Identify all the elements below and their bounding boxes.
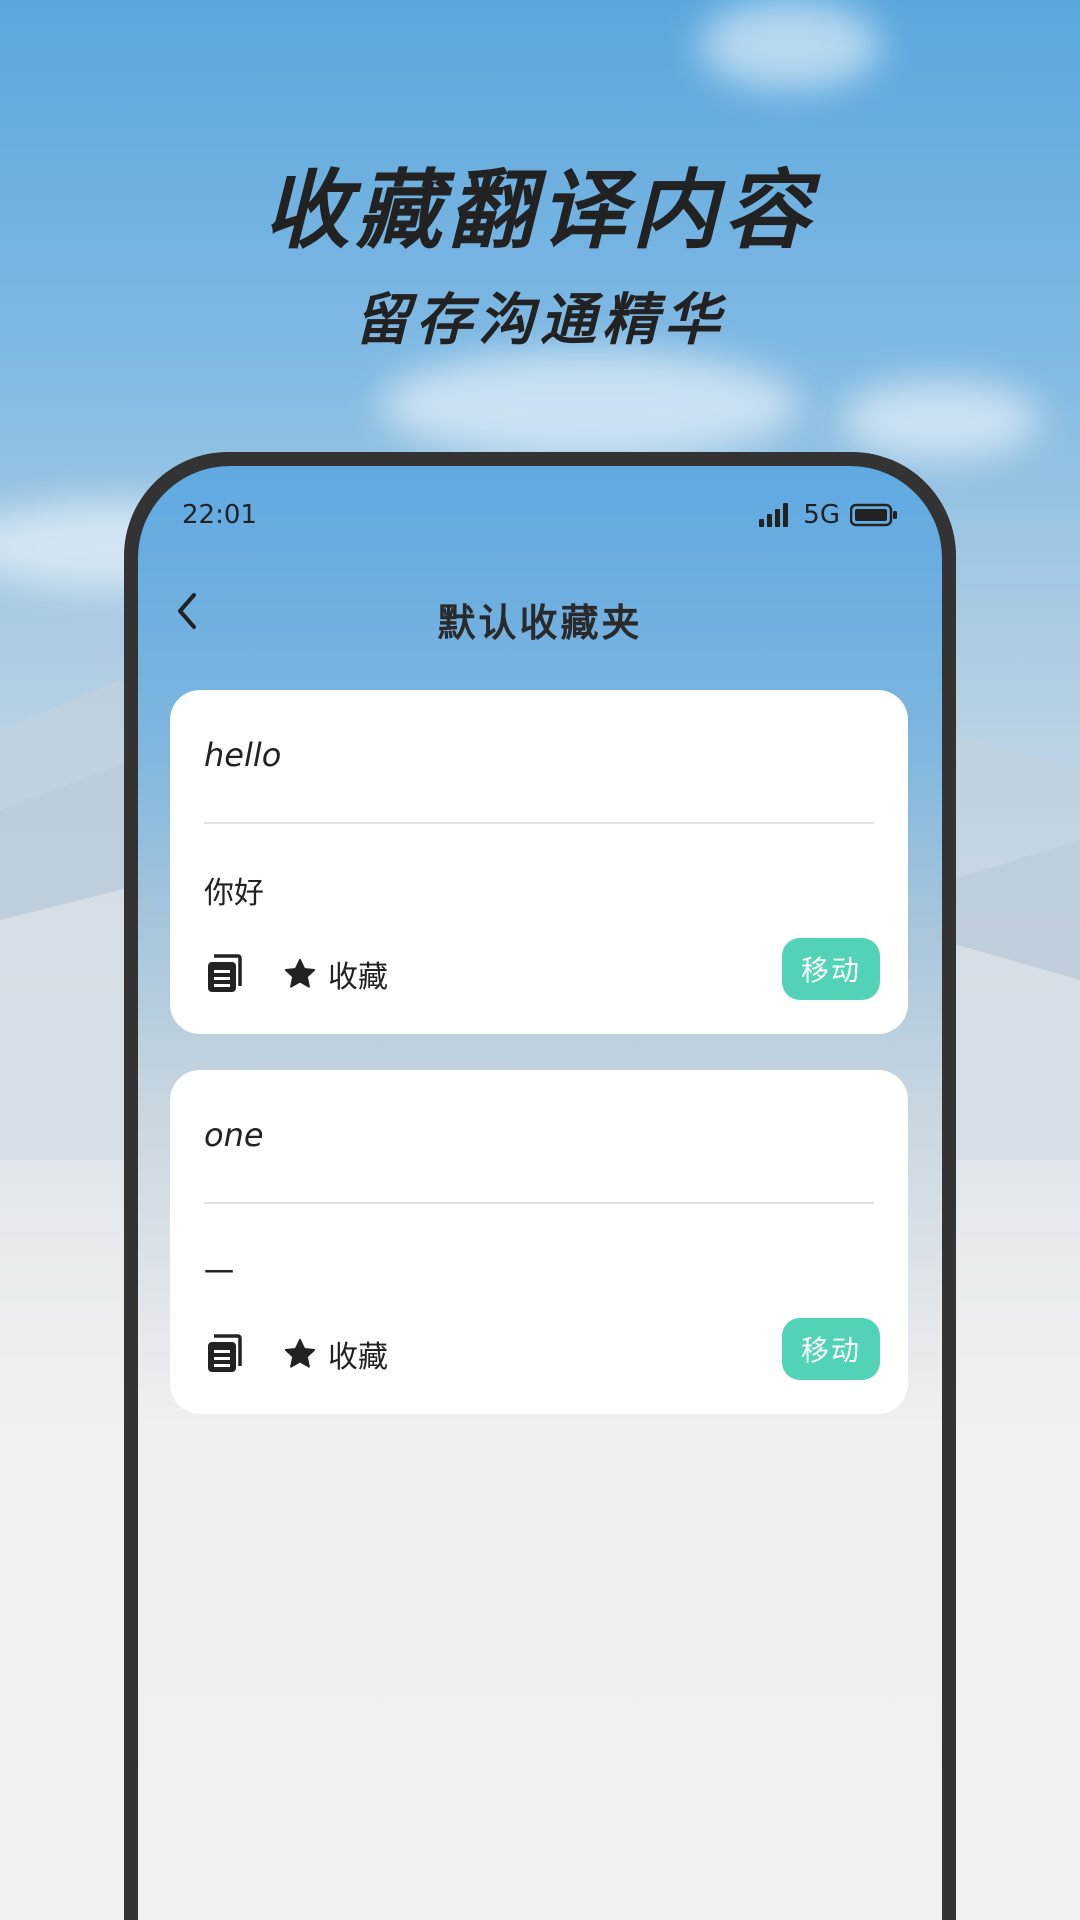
status-time: 22:01 — [182, 500, 257, 530]
nav-bar: 默认收藏夹 — [138, 566, 942, 656]
status-bar: 22:01 5G — [138, 466, 942, 546]
star-icon — [284, 1338, 316, 1368]
copy-button[interactable] — [204, 1332, 244, 1376]
card-actions: 收藏 — [204, 952, 388, 996]
card-actions: 收藏 — [204, 1332, 388, 1376]
translation-text: 一 — [204, 1256, 234, 1291]
favorite-label: 收藏 — [328, 960, 388, 995]
page-title: 默认收藏夹 — [437, 601, 643, 645]
phone-screen: 22:01 5G 默认收藏夹 hello 你好 收藏 移动 one 一 收藏 移… — [138, 466, 942, 1920]
status-indicators: 5G — [759, 500, 898, 530]
copy-button[interactable] — [204, 952, 244, 996]
favorite-button[interactable]: 收藏 — [282, 1332, 388, 1376]
promo-headline: 收藏翻译内容 — [264, 161, 816, 261]
battery-icon — [850, 503, 897, 527]
favorite-card: one 一 收藏 移动 — [170, 1070, 908, 1414]
network-type: 5G — [803, 500, 840, 530]
favorite-label: 收藏 — [328, 1340, 388, 1375]
translation-text: 你好 — [204, 876, 264, 911]
star-icon — [284, 958, 316, 988]
card-divider — [204, 1202, 874, 1204]
copy-icon — [208, 954, 242, 992]
move-button[interactable]: 移动 — [782, 938, 880, 1000]
move-button[interactable]: 移动 — [782, 1318, 880, 1380]
background-cloud — [700, 0, 880, 90]
favorite-card: hello 你好 收藏 移动 — [170, 690, 908, 1034]
signal-icon — [759, 503, 789, 527]
source-text: hello — [204, 736, 282, 774]
background-cloud — [840, 380, 1040, 460]
promo-subheadline: 留存沟通精华 — [354, 288, 726, 353]
copy-icon — [208, 1334, 242, 1372]
background-cloud — [380, 350, 800, 460]
phone-frame: 22:01 5G 默认收藏夹 hello 你好 收藏 移动 one 一 收藏 移… — [124, 452, 956, 1920]
card-divider — [204, 822, 874, 824]
source-text: one — [204, 1116, 264, 1154]
favorite-button[interactable]: 收藏 — [282, 952, 388, 996]
